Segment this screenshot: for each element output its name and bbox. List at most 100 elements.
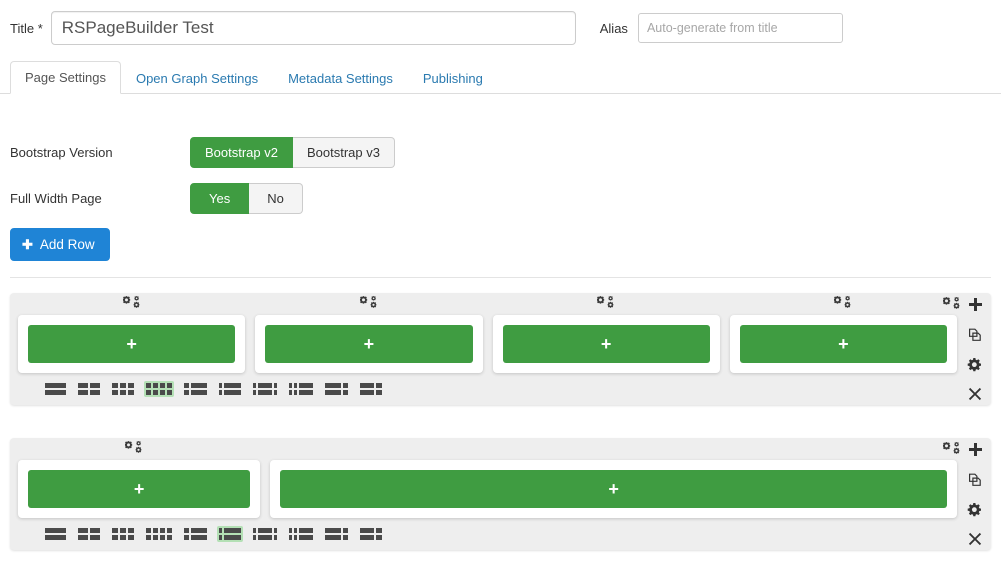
add-block-button[interactable]: +: [28, 325, 235, 363]
layout-icon-cell: [120, 528, 126, 533]
add-row-button[interactable]: ✚ Add Row: [10, 228, 110, 261]
layout-icon-cell: [90, 383, 100, 388]
row-add-icon[interactable]: [965, 442, 985, 457]
layout-icon-cell: [45, 390, 66, 395]
tab-open-graph-settings[interactable]: Open Graph Settings: [121, 62, 273, 94]
row-add-icon[interactable]: [965, 297, 985, 312]
full-width-yes-button[interactable]: Yes: [190, 183, 249, 214]
layout-option-layout-2-10[interactable]: [217, 381, 243, 397]
row-cogs-icon[interactable]: [942, 296, 962, 312]
layout-icon-cell: [160, 383, 165, 388]
column-gear-bar: [10, 293, 991, 315]
layout-option-layout-2-8-2[interactable]: [251, 526, 279, 542]
layout-icon-cell: [360, 383, 374, 388]
row-settings-icon[interactable]: [965, 357, 985, 373]
layout-option-layout-2-2-8[interactable]: [287, 526, 315, 542]
layout-icon-cell: [167, 390, 172, 395]
cogs-icon-glyph: [834, 295, 852, 311]
row-settings-icon[interactable]: [965, 502, 985, 518]
layout-option-layout-4-col[interactable]: [144, 381, 174, 397]
layout-icon-cell: [274, 383, 277, 388]
row-copy-icon[interactable]: [965, 472, 985, 488]
bootstrap-version-buttons: Bootstrap v2 Bootstrap v3: [190, 137, 395, 168]
layout-icon-cell: [120, 390, 126, 395]
layout-option-layout-3-col[interactable]: [110, 526, 136, 542]
row-copy-icon[interactable]: [965, 327, 985, 343]
add-block-button[interactable]: +: [265, 325, 472, 363]
layout-option-layout-2-col[interactable]: [76, 381, 102, 397]
layout-option-layout-1-col[interactable]: [43, 381, 68, 397]
layout-option-layout-8-4[interactable]: [358, 381, 384, 397]
column: +: [255, 315, 482, 373]
layout-icon-row: [184, 528, 207, 533]
plus-icon: ✚: [22, 238, 33, 251]
layout-option-layout-2-2-8[interactable]: [287, 381, 315, 397]
layout-icon-cell: [160, 528, 165, 533]
settings-tabs: Page SettingsOpen Graph SettingsMetadata…: [0, 60, 1001, 94]
layout-icon-row: [219, 383, 241, 388]
column-cogs-icon[interactable]: [123, 295, 141, 311]
layout-icon-cell: [128, 535, 134, 540]
layout-icon-row: [360, 390, 382, 395]
bootstrap-version-label: Bootstrap Version: [10, 145, 190, 160]
layout-option-layout-4-col[interactable]: [144, 526, 174, 542]
layout-icon-row: [360, 535, 382, 540]
layout-icon-row: [184, 535, 207, 540]
bootstrap-v3-button[interactable]: Bootstrap v3: [293, 137, 395, 168]
layout-icon-cell: [45, 528, 66, 533]
bootstrap-v2-button[interactable]: Bootstrap v2: [190, 137, 293, 168]
tab-page-settings[interactable]: Page Settings: [10, 61, 121, 94]
layout-icon-cell: [184, 528, 189, 533]
tab-publishing[interactable]: Publishing: [408, 62, 498, 94]
column-cogs-icon[interactable]: [597, 295, 615, 311]
column-cogs-icon[interactable]: [360, 295, 378, 311]
layout-icon-cell: [343, 528, 348, 533]
layout-option-layout-1-col[interactable]: [43, 526, 68, 542]
title-input[interactable]: [51, 11, 576, 45]
layout-icon-cell: [224, 535, 241, 540]
layout-option-layout-8-4[interactable]: [358, 526, 384, 542]
full-width-page-label: Full Width Page: [10, 191, 190, 206]
layout-icon-row: [219, 535, 241, 540]
layout-icon-cell: [191, 535, 207, 540]
layout-icon-row: [253, 528, 277, 533]
layout-icon-cell: [294, 383, 297, 388]
row-delete-icon[interactable]: [965, 532, 985, 546]
layout-option-layout-3-col[interactable]: [110, 381, 136, 397]
layout-option-layout-9-3[interactable]: [323, 526, 350, 542]
layout-icon-cell: [253, 535, 256, 540]
title-bar: Title * Alias: [0, 0, 1001, 56]
layout-icon-row: [146, 528, 172, 533]
row-delete-icon[interactable]: [965, 387, 985, 401]
column-cogs-icon[interactable]: [125, 440, 143, 456]
plus-icon-glyph: [968, 297, 983, 312]
layout-option-layout-2-col[interactable]: [76, 526, 102, 542]
add-block-button[interactable]: +: [503, 325, 710, 363]
add-block-button[interactable]: +: [740, 325, 947, 363]
column-cogs-icon[interactable]: [834, 295, 852, 311]
layout-icon-row: [146, 535, 172, 540]
layout-option-layout-3-9[interactable]: [182, 381, 209, 397]
close-icon-glyph: [968, 532, 982, 546]
layout-picker: [10, 518, 991, 550]
setting-bootstrap-version: Bootstrap Version Bootstrap v2 Bootstrap…: [0, 137, 395, 168]
layout-icon-cell: [128, 383, 134, 388]
row-cogs-icon[interactable]: [942, 441, 962, 457]
layout-option-layout-2-10[interactable]: [217, 526, 243, 542]
alias-input[interactable]: [638, 13, 843, 43]
add-block-button[interactable]: +: [28, 470, 250, 508]
full-width-no-button[interactable]: No: [249, 183, 303, 214]
layout-option-layout-3-9[interactable]: [182, 526, 209, 542]
layout-option-layout-2-8-2[interactable]: [251, 381, 279, 397]
layout-option-layout-9-3[interactable]: [323, 381, 350, 397]
layout-icon-cell: [167, 528, 172, 533]
layout-icon-row: [360, 383, 382, 388]
layout-icon-cell: [146, 535, 151, 540]
add-block-button[interactable]: +: [280, 470, 947, 508]
tab-metadata-settings[interactable]: Metadata Settings: [273, 62, 408, 94]
layout-icon-cell: [112, 535, 118, 540]
layout-icon-cell: [45, 535, 66, 540]
layout-icon-row: [325, 535, 348, 540]
layout-icon-cell: [343, 383, 348, 388]
layout-icon-row: [112, 390, 134, 395]
